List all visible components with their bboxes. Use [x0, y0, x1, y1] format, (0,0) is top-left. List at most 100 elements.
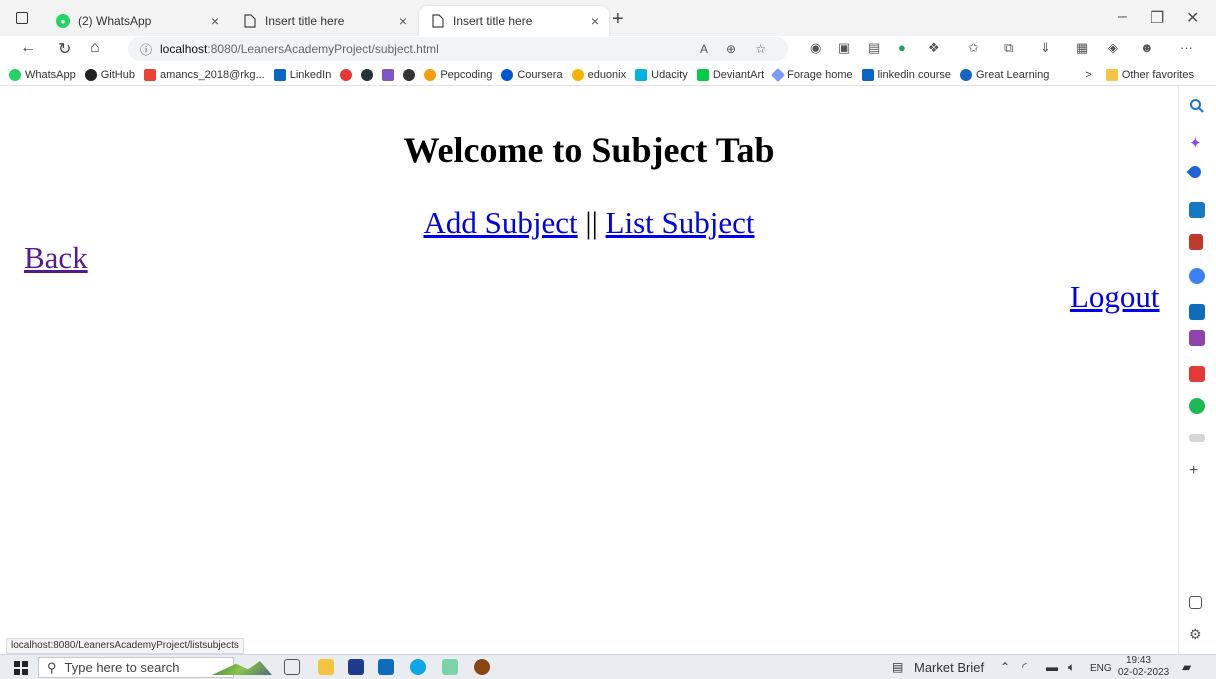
spotify-icon[interactable]: [1189, 398, 1205, 414]
favorites-icon[interactable]: ✩: [968, 40, 979, 56]
url-path: :8080/LeanersAcademyProject/subject.html: [207, 42, 439, 56]
microsoft365-icon[interactable]: [1189, 268, 1205, 284]
bookmark-udacity[interactable]: Udacity: [635, 68, 688, 81]
new-tab-button[interactable]: +: [612, 8, 624, 31]
file-explorer-icon[interactable]: [318, 659, 334, 675]
wifi-icon[interactable]: ◜: [1022, 660, 1027, 674]
tab-insert-title-1[interactable]: Insert title here ×: [231, 6, 417, 36]
bookmark-great-learning[interactable]: Great Learning: [959, 68, 1049, 81]
bookmark-whatsapp[interactable]: WhatsApp: [9, 68, 76, 81]
windows-start-icon[interactable]: [14, 661, 28, 675]
windows-taskbar: ⚲ Type here to search ▤ Market Brief ⌃ ◜…: [0, 654, 1216, 679]
page-heading: Welcome to Subject Tab: [403, 130, 775, 170]
music-icon[interactable]: [1189, 366, 1205, 382]
bookmark-linkedin[interactable]: LinkedIn: [273, 68, 331, 81]
back-arrow-icon[interactable]: ←: [20, 39, 36, 57]
bookmark-coursera[interactable]: Coursera: [501, 68, 563, 81]
market-brief[interactable]: Market Brief: [914, 660, 984, 675]
home-icon[interactable]: ⌂: [90, 39, 100, 57]
outlook-icon[interactable]: [1189, 304, 1205, 320]
notifications-icon[interactable]: ▰: [1182, 660, 1191, 674]
black-circle-icon: [403, 68, 416, 81]
screenshot-icon[interactable]: ▦: [1076, 40, 1088, 56]
settings-gear-icon[interactable]: ⚙: [1189, 626, 1205, 642]
tools-briefcase-icon[interactable]: [1189, 202, 1205, 218]
other-favorites-folder[interactable]: Other favorites: [1105, 68, 1194, 81]
app-icon[interactable]: [474, 659, 490, 675]
zoom-icon[interactable]: ⊕: [726, 42, 736, 56]
grammarly-icon[interactable]: ●: [898, 40, 906, 55]
close-window-icon[interactable]: ✕: [1186, 8, 1199, 28]
browser-titlebar: ● (2) WhatsApp × Insert title here × Ins…: [0, 0, 1216, 36]
tool-icon[interactable]: [1189, 434, 1205, 442]
close-tab-icon[interactable]: ×: [211, 13, 219, 29]
search-icon[interactable]: [1189, 98, 1205, 114]
chevron-up-icon[interactable]: ⌃: [1000, 660, 1010, 674]
bookmark-pepcoding[interactable]: Pepcoding: [424, 68, 492, 81]
extension-icon[interactable]: ◉: [810, 40, 821, 56]
bookmark-gmail[interactable]: amancs_2018@rkg...: [144, 68, 265, 81]
language-indicator[interactable]: ENG: [1090, 663, 1112, 674]
udacity-icon: [635, 68, 648, 81]
add-subject-link[interactable]: Add Subject: [423, 205, 577, 240]
downloads-icon[interactable]: ⇓: [1040, 40, 1051, 56]
minimize-icon[interactable]: –: [1118, 8, 1127, 26]
mail-icon[interactable]: [378, 659, 394, 675]
clock-time[interactable]: 19:43: [1126, 655, 1151, 666]
close-tab-icon[interactable]: ×: [399, 13, 407, 29]
taskbar-search-box[interactable]: ⚲ Type here to search: [38, 657, 234, 678]
task-view-icon[interactable]: [284, 659, 300, 675]
address-bar[interactable]: ⓘ localhost:8080/LeanersAcademyProject/s…: [128, 37, 788, 61]
tab-insert-title-2-active[interactable]: Insert title here ×: [419, 6, 609, 36]
add-sidebar-app-icon[interactable]: +: [1189, 462, 1205, 479]
page-icon: [431, 14, 445, 28]
news-icon[interactable]: ▤: [892, 660, 903, 674]
collections-icon[interactable]: ⧉: [1004, 40, 1013, 56]
bookmark-forage[interactable]: Forage home: [771, 67, 853, 82]
page-icon: [243, 14, 257, 28]
bookmark-red-circle[interactable]: [340, 68, 353, 81]
hide-sidebar-icon[interactable]: [1189, 596, 1202, 609]
search-icon: ⚲: [47, 659, 57, 675]
coursera-icon: [501, 68, 514, 81]
extension-icon[interactable]: ▤: [868, 40, 880, 56]
list-subject-link[interactable]: List Subject: [606, 205, 755, 240]
volume-icon[interactable]: 🔈︎: [1068, 660, 1075, 675]
restore-icon[interactable]: ❐: [1150, 8, 1164, 28]
edge-sidebar: ✦ + ⚙: [1178, 86, 1216, 654]
great-learning-icon: [959, 68, 972, 81]
clock-date[interactable]: 02-02-2023: [1118, 667, 1169, 678]
red-circle-icon: [340, 68, 353, 81]
logout-link[interactable]: Logout: [1070, 279, 1160, 315]
bookmark-linkedin-course[interactable]: linkedin course: [861, 68, 951, 81]
bookmark-deviantart[interactable]: DeviantArt: [696, 68, 764, 81]
profile-avatar-icon[interactable]: ☻: [1140, 40, 1154, 55]
edge-browser-icon[interactable]: [410, 659, 426, 675]
bookmark-github[interactable]: GitHub: [84, 68, 135, 81]
store-icon[interactable]: [348, 659, 364, 675]
bookmark-grid[interactable]: [382, 68, 395, 81]
favorite-star-icon[interactable]: ☆: [755, 42, 766, 56]
bookmark-black-circle[interactable]: [403, 68, 416, 81]
bookmark-dark-circle[interactable]: [361, 68, 374, 81]
bookmark-eduonix[interactable]: eduonix: [571, 68, 626, 81]
settings-menu-button[interactable]: ···: [1180, 40, 1193, 55]
tab-whatsapp[interactable]: ● (2) WhatsApp ×: [44, 6, 229, 36]
back-link[interactable]: Back: [24, 240, 88, 276]
browser-essentials-icon[interactable]: ◈: [1108, 40, 1118, 56]
app-icon[interactable]: [442, 659, 458, 675]
tab-actions-icon[interactable]: [16, 12, 28, 24]
games-icon[interactable]: [1189, 234, 1203, 250]
bookmarks-overflow-chevron-icon[interactable]: >: [1085, 69, 1091, 81]
info-icon[interactable]: ⓘ: [140, 41, 152, 58]
copilot-sparkle-icon[interactable]: ✦: [1189, 134, 1205, 152]
extensions-puzzle-icon[interactable]: ❖: [928, 40, 940, 56]
designer-icon[interactable]: [1189, 330, 1205, 346]
close-tab-icon[interactable]: ×: [591, 13, 599, 29]
extension-icon[interactable]: ▣: [838, 40, 850, 56]
read-aloud-icon[interactable]: A: [700, 42, 708, 56]
shopping-tag-icon[interactable]: [1186, 163, 1204, 181]
folder-icon: [1105, 68, 1118, 81]
battery-icon[interactable]: ▬: [1046, 660, 1058, 674]
reload-icon[interactable]: ↻: [58, 39, 71, 59]
